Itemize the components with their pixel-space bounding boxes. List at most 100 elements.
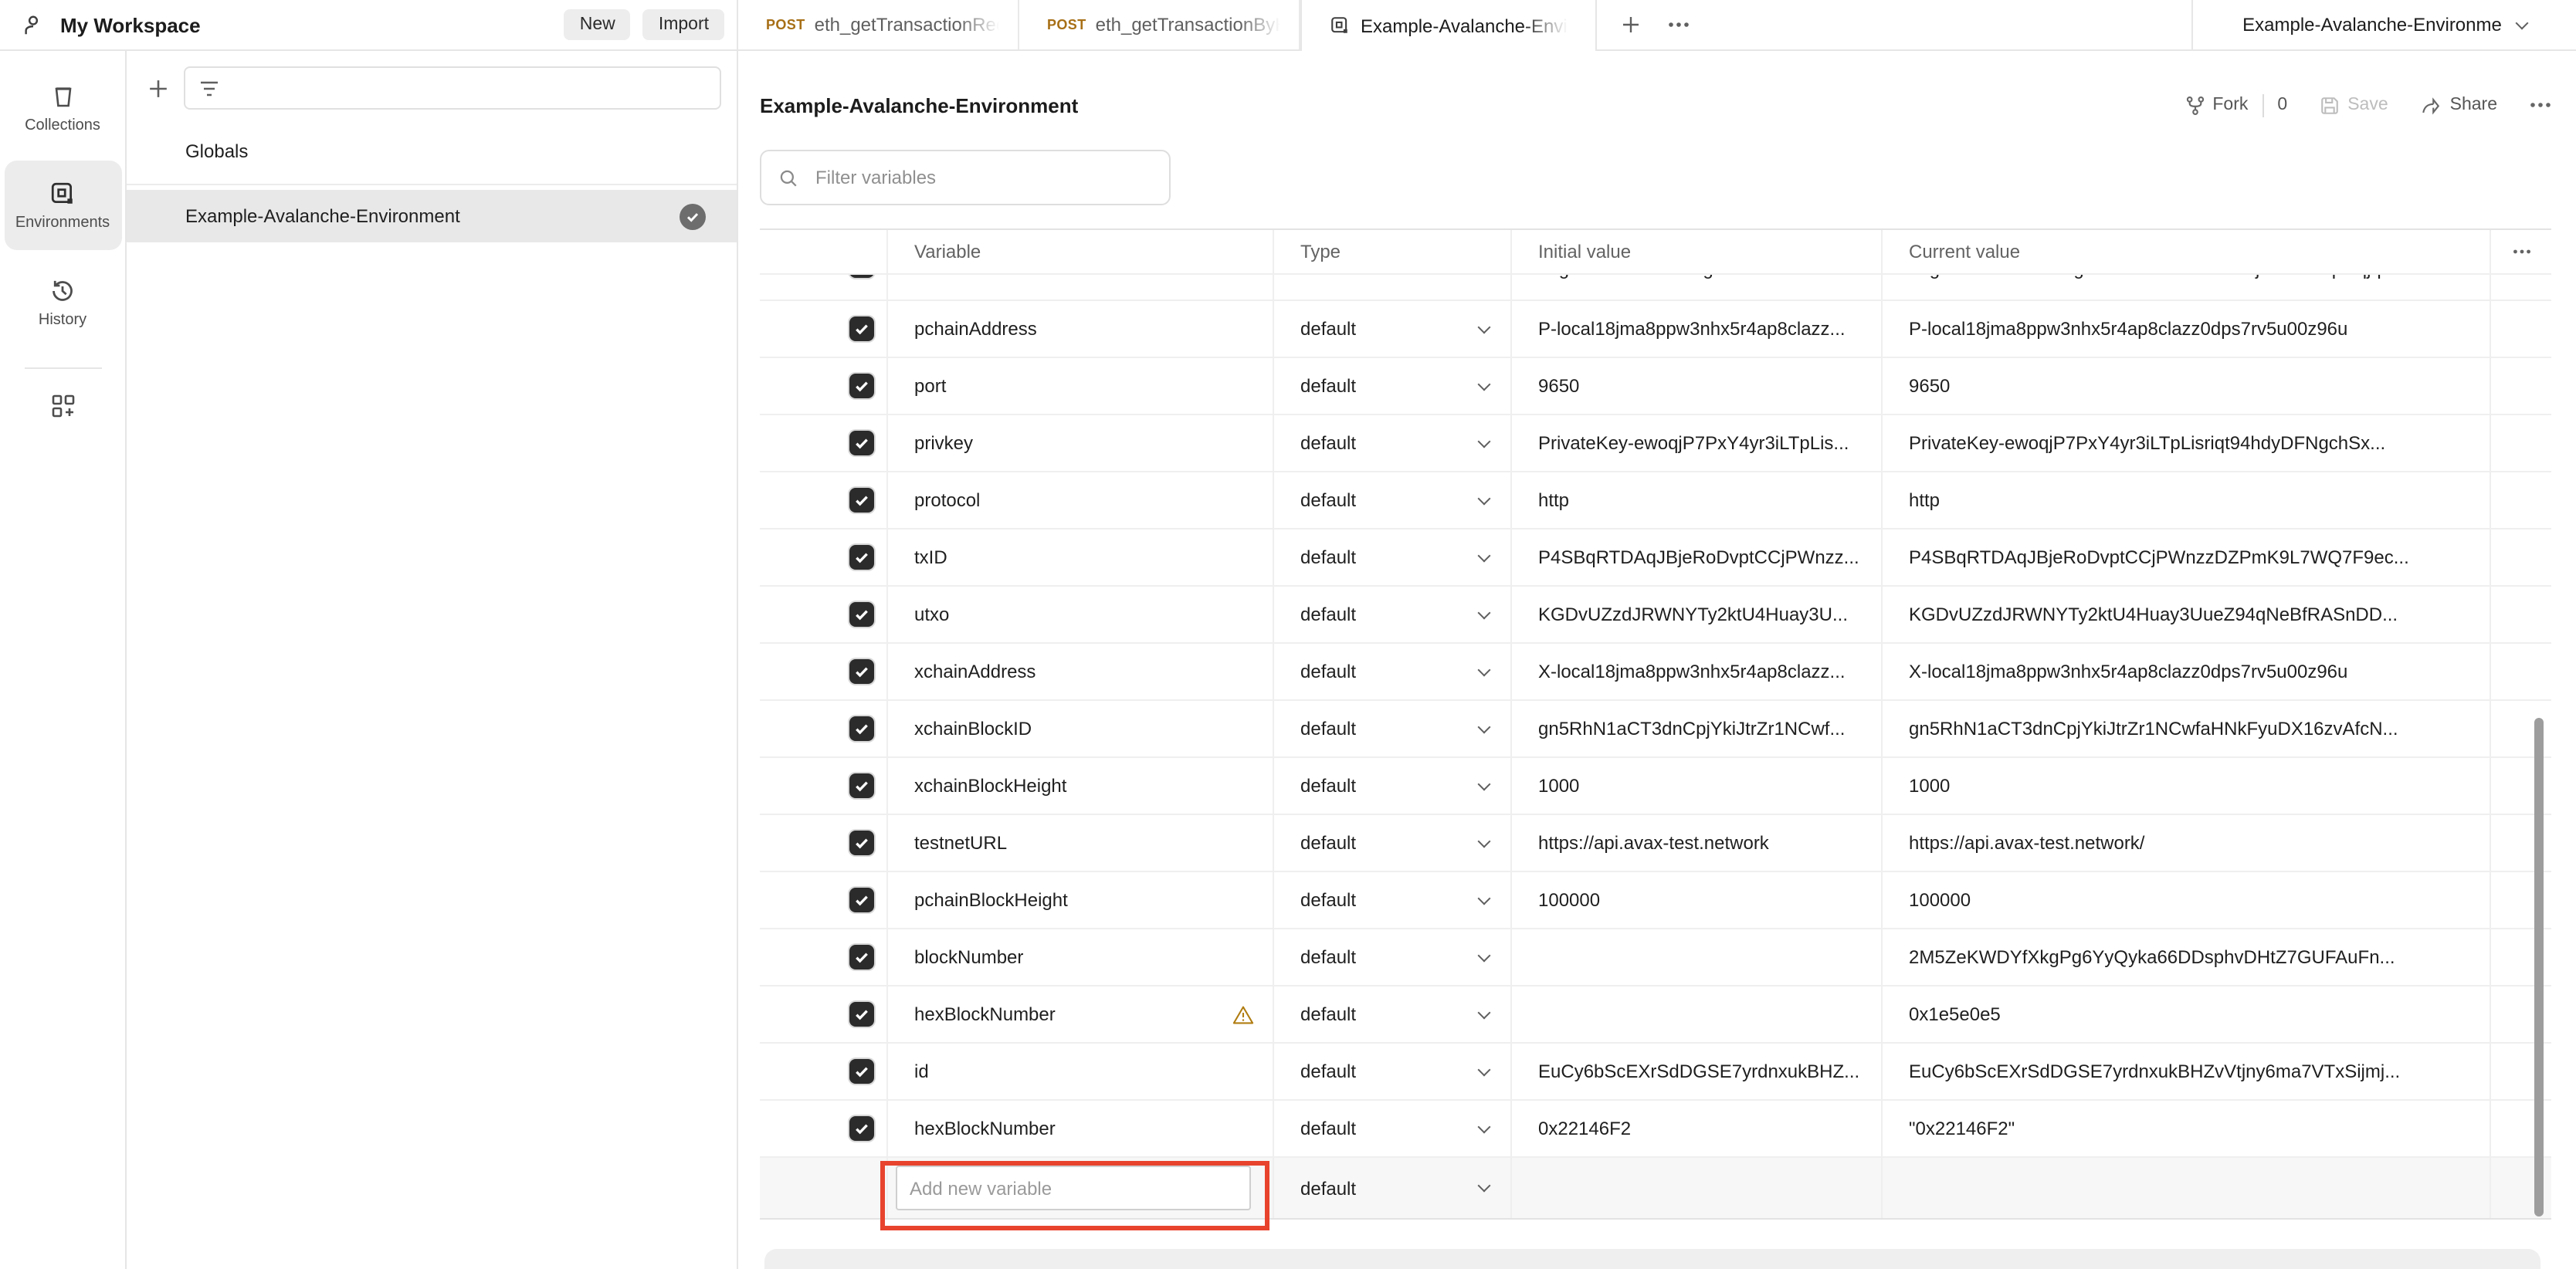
row-checkbox[interactable] xyxy=(760,758,888,814)
type-select[interactable]: default xyxy=(1274,1044,1512,1099)
row-checkbox[interactable] xyxy=(760,986,888,1042)
type-select[interactable]: default xyxy=(1274,815,1512,871)
variable-name-cell[interactable]: testnetURL xyxy=(888,815,1274,871)
more-options-icon[interactable] xyxy=(2530,102,2551,108)
current-value-cell[interactable]: 9650 xyxy=(1883,358,2491,414)
warning-icon[interactable] xyxy=(1232,1004,1254,1024)
bottom-scrollbar-track[interactable] xyxy=(764,1249,2540,1269)
type-select[interactable]: default xyxy=(1274,701,1512,756)
current-value-cell[interactable]: EuCy6bScEXrSdDGSE7yrdnxukBHZvVtjny6ma7VT… xyxy=(1883,1044,2491,1099)
fork-button[interactable]: Fork xyxy=(2212,96,2248,114)
initial-value-cell[interactable]: P4SBqRTDAqJBjeRoDvptCCjPWnzz... xyxy=(1512,530,1883,585)
current-value-cell[interactable]: http xyxy=(1883,472,2491,528)
row-checkbox[interactable] xyxy=(760,275,888,299)
type-select[interactable]: default xyxy=(1274,929,1512,985)
row-checkbox[interactable] xyxy=(760,1101,888,1156)
type-select[interactable]: default xyxy=(1274,530,1512,585)
add-tab-icon[interactable] xyxy=(1622,15,1640,34)
workspace-title[interactable]: My Workspace xyxy=(60,13,552,36)
type-select[interactable]: default xyxy=(1274,872,1512,928)
checkbox-checked[interactable] xyxy=(849,316,874,341)
globals-item[interactable]: Globals xyxy=(127,122,737,181)
row-checkbox[interactable] xyxy=(760,587,888,642)
checkbox-checked[interactable] xyxy=(849,716,874,741)
current-value-cell[interactable]: PrivateKey-ewoqjP7PxY4yr3iLTpLisriqt94hd… xyxy=(1883,415,2491,471)
variable-name-cell[interactable]: pchainBlockHeight xyxy=(888,872,1274,928)
tab-request-2[interactable]: POST eth_getTransactionByHa xyxy=(1019,0,1300,49)
initial-value-cell[interactable]: EuCy6bScEXrSdDGSE7yrdnxukBHZ... xyxy=(1512,1044,1883,1099)
current-value-cell[interactable]: P-local18jma8ppw3nhx5r4ap8clazz0dps7rv5u… xyxy=(1883,301,2491,357)
initial-value-cell[interactable] xyxy=(1512,1158,1883,1218)
sidebar-item-collections[interactable]: Collections xyxy=(4,73,121,144)
type-select[interactable]: default xyxy=(1274,644,1512,699)
add-new-variable-input[interactable] xyxy=(896,1166,1251,1210)
current-value-cell[interactable]: https://api.avax-test.network/ xyxy=(1883,815,2491,871)
initial-value-cell[interactable]: 9650 xyxy=(1512,358,1883,414)
type-select[interactable]: default xyxy=(1274,758,1512,814)
current-value-cell[interactable]: 2M5ZeKWDYfXkgPg6YyQyka66DDsphvDHtZ7GUFAu… xyxy=(1883,929,2491,985)
initial-value-cell[interactable]: PrivateKey-ewoqjP7PxY4yr3iLTpLis... xyxy=(1512,415,1883,471)
row-checkbox[interactable] xyxy=(760,530,888,585)
current-value-cell[interactable]: gn5RhN1aCT3dnCpjYkiJtrZr1NCwfaHNkFyuDX16… xyxy=(1883,701,2491,756)
type-select[interactable]: default xyxy=(1274,1158,1512,1218)
checkbox-checked[interactable] xyxy=(849,275,874,278)
variable-name-cell[interactable]: xchainBlockID xyxy=(888,701,1274,756)
type-select[interactable]: default xyxy=(1274,472,1512,528)
variable-name-cell[interactable]: protocol xyxy=(888,472,1274,528)
current-value-cell[interactable]: 1000 xyxy=(1883,758,2491,814)
checkbox-checked[interactable] xyxy=(849,659,874,684)
more-tabs-icon[interactable] xyxy=(1668,22,1690,28)
tab-environment-active[interactable]: Example-Avalanche-Envi xyxy=(1300,0,1597,51)
filter-variables-input[interactable] xyxy=(812,165,1152,190)
variable-name-cell[interactable]: xchainAddress xyxy=(888,644,1274,699)
checkbox-checked[interactable] xyxy=(849,545,874,570)
variable-name-cell[interactable]: txID xyxy=(888,530,1274,585)
share-button[interactable]: Share xyxy=(2450,96,2497,114)
initial-value-cell[interactable]: 1000 xyxy=(1512,758,1883,814)
type-select[interactable]: default xyxy=(1274,1101,1512,1156)
current-value-cell[interactable]: 0x1e5e0e5 xyxy=(1883,986,2491,1042)
variable-name-cell[interactable]: privkey xyxy=(888,415,1274,471)
type-select[interactable]: default xyxy=(1274,415,1512,471)
environment-list-item-selected[interactable]: Example-Avalanche-Environment xyxy=(127,190,737,242)
checkbox-checked[interactable] xyxy=(849,831,874,855)
initial-value-cell[interactable]: http xyxy=(1512,472,1883,528)
configure-blocks-icon[interactable] xyxy=(50,394,75,418)
table-menu-icon[interactable] xyxy=(2491,230,2551,273)
import-button[interactable]: Import xyxy=(643,9,724,40)
variable-name-cell[interactable]: hexBlockNumber xyxy=(888,1101,1274,1156)
checkbox-checked[interactable] xyxy=(849,1116,874,1141)
checkbox-checked[interactable] xyxy=(849,431,874,455)
checkbox-checked[interactable] xyxy=(849,888,874,912)
row-checkbox[interactable] xyxy=(760,472,888,528)
checkbox-checked[interactable] xyxy=(849,1002,874,1027)
current-value-cell[interactable]: "0x22146F2" xyxy=(1883,1101,2491,1156)
initial-value-cell[interactable]: gn5RhN1aCT3dnCpjYkiJtrZr1NCwf... xyxy=(1512,701,1883,756)
row-checkbox[interactable] xyxy=(760,301,888,357)
variable-name-cell[interactable]: pchainAddress xyxy=(888,301,1274,357)
type-select[interactable]: default xyxy=(1274,986,1512,1042)
environment-filter-box[interactable] xyxy=(184,66,721,110)
initial-value-cell[interactable]: P-local18jma8ppw3nhx5r4ap8clazz... xyxy=(1512,301,1883,357)
row-checkbox[interactable] xyxy=(760,701,888,756)
initial-value-cell[interactable]: KGDvUZzdJRWNYTy2ktU4Huay3U... xyxy=(1512,587,1883,642)
type-select[interactable]: default xyxy=(1274,587,1512,642)
current-value-cell[interactable]: 100000 xyxy=(1883,872,2491,928)
row-checkbox[interactable] xyxy=(760,644,888,699)
initial-value-cell[interactable]: 0x22146F2 xyxy=(1512,1101,1883,1156)
type-select[interactable]: default xyxy=(1274,301,1512,357)
initial-value-cell[interactable]: https://api.avax-test.network xyxy=(1512,815,1883,871)
checkbox-checked[interactable] xyxy=(849,374,874,398)
sidebar-item-history[interactable]: History xyxy=(4,267,121,338)
row-checkbox[interactable] xyxy=(760,358,888,414)
current-value-cell[interactable]: KGDvUZzdJRWNYTy2ktU4Huay3UueZ94qNeBfRASn… xyxy=(1883,587,2491,642)
checkbox-checked[interactable] xyxy=(849,488,874,513)
variable-name-cell[interactable]: utxo xyxy=(888,587,1274,642)
variable-name-cell[interactable]: blockNumber xyxy=(888,929,1274,985)
initial-value-cell[interactable] xyxy=(1512,929,1883,985)
row-checkbox[interactable] xyxy=(760,815,888,871)
checkbox-checked[interactable] xyxy=(849,773,874,798)
add-environment-icon[interactable] xyxy=(148,78,168,98)
row-checkbox[interactable] xyxy=(760,929,888,985)
row-checkbox[interactable] xyxy=(760,1044,888,1099)
